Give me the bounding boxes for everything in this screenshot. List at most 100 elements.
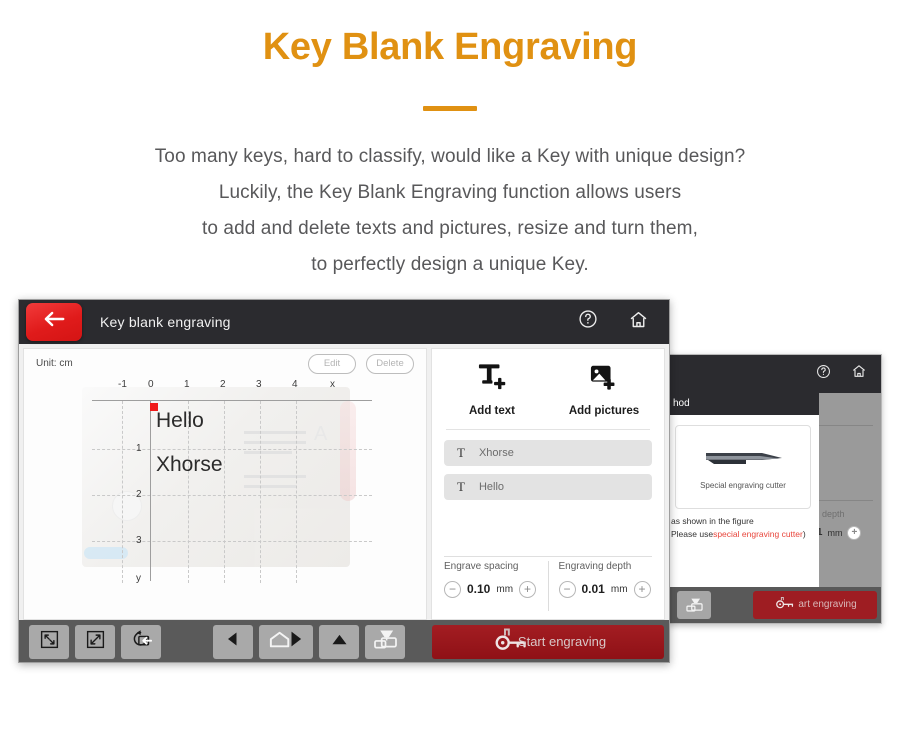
app-title: Key blank engraving bbox=[100, 313, 231, 330]
add-text-label: Add text bbox=[469, 404, 515, 417]
header-icons bbox=[578, 309, 649, 335]
key-cutter-icon bbox=[773, 596, 795, 613]
title-divider bbox=[423, 105, 477, 111]
key-shape-move-right-button[interactable] bbox=[259, 624, 313, 659]
key-shape-move-right-icon bbox=[265, 628, 307, 655]
delete-button[interactable]: Delete bbox=[366, 353, 414, 374]
engraving-depth-minus-button[interactable]: − bbox=[558, 580, 576, 598]
x-axis-ruler: -1 0 1 2 3 4 x bbox=[92, 379, 372, 401]
back-button[interactable] bbox=[26, 302, 82, 341]
back-arrow-icon bbox=[42, 309, 66, 334]
shrink-icon bbox=[39, 629, 60, 655]
params-vertical-divider bbox=[547, 560, 549, 611]
layer-item-hello[interactable]: T Hello bbox=[444, 473, 652, 500]
start-engraving-label: Start engraving bbox=[517, 634, 607, 650]
promo-body: Too many keys, hard to classify, would l… bbox=[0, 139, 900, 283]
engraving-cutter-icon bbox=[700, 444, 786, 475]
secondary-bottom-bar: art engraving bbox=[669, 586, 881, 623]
engraving-params: Engrave spacing − 0.10 mm + Engraving dep… bbox=[444, 560, 653, 611]
add-pictures-label: Add pictures bbox=[568, 404, 640, 417]
tools-divider bbox=[446, 428, 650, 430]
ghost-letter: A bbox=[314, 422, 328, 445]
ghost-mark bbox=[244, 450, 292, 454]
y-axis-label: y bbox=[136, 572, 141, 584]
app-header: Key blank engraving bbox=[19, 299, 669, 344]
help-circle-icon[interactable] bbox=[578, 309, 598, 334]
canvas-text-hello[interactable]: Hello bbox=[156, 409, 204, 433]
y-axis-ruler: 1 2 3 y bbox=[136, 400, 151, 584]
engrave-spacing-stepper[interactable]: − 0.10 mm + bbox=[444, 580, 538, 598]
canvas-text-xhorse[interactable]: Xhorse bbox=[156, 453, 223, 477]
start-engraving-button[interactable]: Start engraving bbox=[432, 624, 664, 659]
canvas-stage[interactable]: A -1 0 1 2 3 4 x 1 2 3 y Hello Xhorse bbox=[82, 379, 372, 584]
layer-name: Hello bbox=[478, 480, 505, 493]
secondary-start-engraving-button[interactable]: art engraving bbox=[753, 590, 877, 619]
engraving-depth-stepper[interactable]: − 0.01 mm + bbox=[558, 580, 653, 598]
home-icon[interactable] bbox=[628, 309, 649, 335]
screenshot-stack: s ont ving depth 0.01mm + hod bbox=[0, 298, 900, 699]
layer-item-xhorse[interactable]: T Xhorse bbox=[444, 439, 652, 466]
home-icon[interactable] bbox=[851, 363, 867, 384]
grid-line-h bbox=[92, 448, 372, 450]
move-left-button[interactable] bbox=[213, 624, 253, 659]
tools-pane: Add text Add pictures T Xhorse T Hello E… bbox=[431, 347, 665, 620]
y-tick: 1 bbox=[136, 442, 142, 454]
modal-note-line2-pre: Please use bbox=[671, 528, 714, 539]
modal-note-line2-post: ) bbox=[802, 528, 806, 539]
grid-line-v bbox=[122, 400, 123, 583]
move-up-icon bbox=[331, 632, 348, 652]
x-tick: 1 bbox=[184, 378, 190, 390]
secondary-depth-unit: mm bbox=[827, 527, 843, 538]
secondary-depth-plus-button[interactable]: + bbox=[847, 525, 862, 540]
params-divider bbox=[444, 555, 652, 557]
promo-section: Key Blank Engraving Too many keys, hard … bbox=[0, 0, 900, 283]
rotate-icon bbox=[130, 629, 153, 655]
enlarge-icon bbox=[85, 629, 106, 655]
shrink-button[interactable] bbox=[29, 624, 69, 659]
modal-note: as shown in the figure Please usespecial… bbox=[669, 509, 819, 541]
add-picture-icon bbox=[589, 363, 619, 396]
engraving-depth-plus-button[interactable]: + bbox=[633, 580, 651, 598]
canvas-actions: Edit Delete bbox=[308, 353, 414, 374]
engrave-spacing-label: Engrave spacing bbox=[444, 560, 519, 572]
unit-label: Unit: cm bbox=[36, 357, 73, 369]
rotate-button[interactable] bbox=[121, 624, 161, 659]
modal-note-emphasis: special engraving cutter bbox=[713, 528, 803, 539]
flip-layers-button[interactable] bbox=[365, 624, 405, 659]
x-axis-label: x bbox=[330, 378, 335, 390]
engraving-depth-value: 0.01 bbox=[581, 582, 605, 597]
promo-line: to add and delete texts and pictures, re… bbox=[202, 217, 698, 239]
grid-line-v bbox=[296, 400, 297, 583]
help-circle-icon[interactable] bbox=[816, 364, 831, 384]
engraving-depth-group: Engraving depth − 0.01 mm + bbox=[558, 561, 653, 611]
layer-name: Xhorse bbox=[478, 446, 514, 459]
modal-note-line1: as shown in the figure bbox=[671, 515, 754, 526]
engrave-spacing-group: Engrave spacing − 0.10 mm + bbox=[444, 561, 538, 611]
x-tick: 2 bbox=[220, 378, 226, 390]
grid-line-h bbox=[92, 494, 372, 496]
add-text-button[interactable]: Add text bbox=[450, 363, 534, 417]
x-tick: 3 bbox=[256, 378, 262, 390]
flip-layers-icon[interactable] bbox=[677, 590, 711, 619]
add-text-icon bbox=[477, 363, 507, 396]
text-layer-icon: T bbox=[457, 478, 465, 494]
ghost-mark bbox=[244, 484, 296, 488]
secondary-start-label: art engraving bbox=[798, 599, 857, 611]
enlarge-button[interactable] bbox=[75, 624, 115, 659]
x-tick: 4 bbox=[292, 378, 298, 390]
move-up-button[interactable] bbox=[319, 624, 359, 659]
engrave-spacing-plus-button[interactable]: + bbox=[519, 580, 537, 598]
grid-line-v bbox=[260, 400, 261, 583]
promo-line: Luckily, the Key Blank Engraving functio… bbox=[218, 181, 682, 203]
engrave-spacing-minus-button[interactable]: − bbox=[444, 580, 461, 598]
edit-button[interactable]: Edit bbox=[308, 353, 356, 374]
add-actions: Add text Add pictures bbox=[444, 359, 652, 417]
y-tick: 3 bbox=[136, 534, 142, 546]
primary-device-window: Key blank engraving Unit: cm Edit Delete… bbox=[18, 298, 670, 663]
design-canvas-pane[interactable]: Unit: cm Edit Delete A -1 0 1 2 3 4 x 1 … bbox=[23, 347, 427, 620]
grid-line-v bbox=[224, 400, 225, 583]
add-pictures-button[interactable]: Add pictures bbox=[562, 363, 646, 417]
move-left-icon bbox=[225, 631, 241, 652]
promo-line: Too many keys, hard to classify, would l… bbox=[154, 145, 746, 167]
engraving-depth-unit: mm bbox=[610, 583, 628, 595]
